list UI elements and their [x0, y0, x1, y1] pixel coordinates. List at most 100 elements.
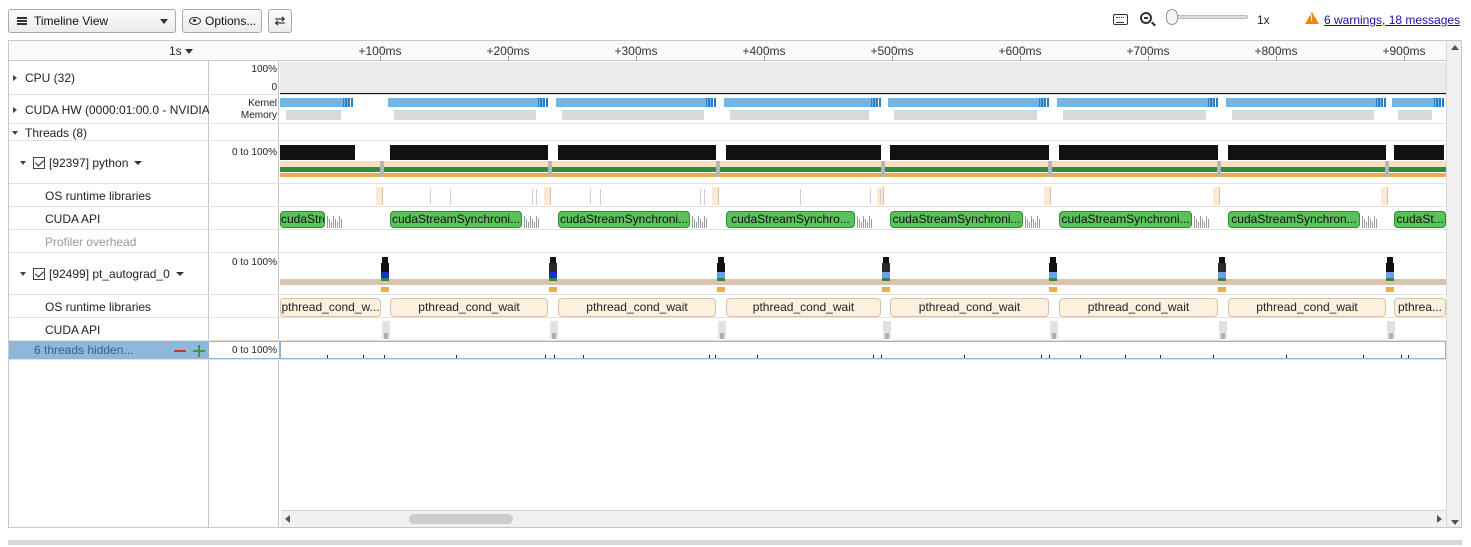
- cuda-api-call[interactable]: cudaStreamSynchroni...: [890, 211, 1023, 228]
- api-tick: [1027, 219, 1028, 228]
- row-label: Profiler overhead: [45, 234, 137, 249]
- cuda-hw-lane[interactable]: [280, 96, 1446, 123]
- kernel-bar: [1392, 98, 1440, 107]
- python-thread-lane[interactable]: [280, 142, 1446, 183]
- cuda-api-call[interactable]: cudaStreamSynchroni...: [558, 211, 690, 228]
- collapse-icon[interactable]: [12, 130, 18, 135]
- thread-checkbox[interactable]: [33, 156, 45, 169]
- os-runtime-call[interactable]: pthread_cond_wait: [890, 298, 1049, 317]
- autograd-cuda-lane[interactable]: [280, 319, 1446, 340]
- scrollbar-thumb[interactable]: [409, 514, 513, 524]
- swap-button[interactable]: ⇄: [268, 9, 292, 33]
- zoom-slider-track[interactable]: [1172, 15, 1248, 19]
- row-label: 6 threads hidden...: [34, 343, 134, 357]
- row-cpu[interactable]: CPU (32) 100% 0: [9, 62, 1446, 95]
- time-scale-select[interactable]: 1s: [169, 44, 193, 58]
- row-threads[interactable]: Threads (8): [9, 125, 1446, 141]
- kernel-bar: [724, 98, 877, 107]
- os-runtime-call[interactable]: pthread_cond_wait: [1228, 298, 1386, 317]
- keyboard-icon[interactable]: [1113, 14, 1128, 25]
- row-thread-python[interactable]: [92397] python 0 to 100%: [9, 142, 1446, 184]
- warnings-link[interactable]: 6 warnings, 18 messages: [1324, 13, 1460, 27]
- os-runtime-call[interactable]: pthread_cond_w...: [280, 298, 381, 317]
- api-tick: [331, 222, 332, 228]
- chevron-down-icon[interactable]: [134, 160, 143, 165]
- row-autograd-cuda-name[interactable]: CUDA API: [9, 319, 209, 340]
- cuda-api-call[interactable]: cudaSt...: [1394, 211, 1446, 228]
- python-profiler-lane[interactable]: [280, 231, 1446, 252]
- show-thread-icon[interactable]: [193, 345, 205, 357]
- row-threads-name[interactable]: Threads (8): [9, 125, 209, 140]
- cpu-lane[interactable]: [280, 62, 1446, 94]
- row-cuda-hw-name[interactable]: CUDA HW (0000:01:00.0 - NVIDIA (: [9, 96, 209, 123]
- row-python-profiler[interactable]: Profiler overhead: [9, 231, 1446, 253]
- row-python-profiler-name[interactable]: Profiler overhead: [9, 231, 209, 252]
- expand-icon[interactable]: [13, 106, 17, 113]
- zoom-slider-thumb[interactable]: [1166, 9, 1178, 25]
- hidden-threads-lane[interactable]: [280, 341, 1446, 359]
- activity-tick: [1363, 355, 1364, 358]
- api-tick: [337, 222, 338, 228]
- memory-bar: [894, 110, 1037, 120]
- collapse-icon[interactable]: [20, 160, 26, 165]
- os-runtime-call[interactable]: pthread_cond_wait: [726, 298, 881, 317]
- row-thread-python-name[interactable]: [92397] python: [9, 142, 209, 183]
- view-select[interactable]: Timeline View: [8, 9, 176, 33]
- collapse-icon[interactable]: [20, 272, 26, 276]
- api-tick: [1039, 219, 1040, 228]
- row-python-os-name[interactable]: OS runtime libraries: [9, 185, 209, 206]
- scroll-up-icon[interactable]: [1451, 45, 1459, 50]
- chevron-down-icon[interactable]: [175, 272, 184, 276]
- kernel-tick: [715, 98, 716, 107]
- thread-state-strip: [1218, 287, 1226, 292]
- thread-state-strip: [717, 287, 725, 292]
- row-thread-autograd-name[interactable]: [92499] pt_autograd_0: [9, 254, 209, 294]
- row-thread-autograd[interactable]: [92499] pt_autograd_0 0 to 100%: [9, 254, 1446, 295]
- api-tick: [861, 222, 862, 228]
- zoom-out-icon[interactable]: [1140, 12, 1152, 24]
- api-tick: [1029, 222, 1030, 228]
- row-cuda-hw[interactable]: CUDA HW (0000:01:00.0 - NVIDIA ( Kernel …: [9, 96, 1446, 124]
- scroll-down-icon[interactable]: [1451, 520, 1459, 525]
- row-cpu-name[interactable]: CPU (32): [9, 62, 209, 94]
- cuda-api-call[interactable]: cudaStreamSynchroni...: [1059, 211, 1192, 228]
- autograd-os-lane[interactable]: pthread_cond_w... pthread_cond_wait pthrea…: [280, 296, 1446, 317]
- activity-tick: [456, 355, 457, 358]
- row-autograd-cuda[interactable]: CUDA API: [9, 319, 1446, 341]
- os-runtime-call[interactable]: pthread_cond_wait: [1059, 298, 1218, 317]
- scale-kernel: Kernel: [248, 98, 277, 109]
- cuda-api-call[interactable]: cudaStreamSynchroni...: [390, 211, 522, 228]
- api-tick: [1025, 216, 1026, 228]
- cuda-api-call[interactable]: cudaStreamSynchro...: [726, 211, 855, 228]
- kernel-bar: [1057, 98, 1214, 107]
- cuda-api-call[interactable]: cudaStrea...: [280, 211, 325, 228]
- thread-checkbox[interactable]: [33, 268, 45, 280]
- scroll-right-icon[interactable]: [1437, 515, 1442, 523]
- os-runtime-call[interactable]: pthread_cond_wait: [558, 298, 716, 317]
- cuda-api-call[interactable]: cudaStreamSynchron...: [1228, 211, 1360, 228]
- row-python-cuda-name[interactable]: CUDA API: [9, 208, 209, 229]
- hide-thread-icon[interactable]: [174, 350, 186, 352]
- bottom-status-bar: [8, 540, 1462, 545]
- os-runtime-call[interactable]: pthrea...: [1394, 298, 1446, 317]
- os-runtime-call[interactable]: pthread_cond_wait: [390, 298, 548, 317]
- python-cuda-lane[interactable]: cudaStrea... cudaStreamSynchroni... cudaSt…: [280, 208, 1446, 229]
- os-call-tick: [1050, 187, 1051, 205]
- row-autograd-os-name[interactable]: OS runtime libraries: [9, 296, 209, 317]
- row-python-os[interactable]: OS runtime libraries: [9, 185, 1446, 207]
- os-call-tick: [883, 187, 884, 205]
- api-tick: [1031, 216, 1032, 228]
- row-python-cuda[interactable]: CUDA API cudaStrea... cudaStreamSynchroni…: [9, 208, 1446, 230]
- horizontal-scrollbar[interactable]: [281, 510, 1446, 527]
- python-os-lane[interactable]: [280, 185, 1446, 206]
- row-autograd-os[interactable]: OS runtime libraries pthread_cond_w... pt…: [9, 296, 1446, 318]
- ruler-tick-mark: [1148, 56, 1149, 61]
- row-hidden-threads[interactable]: 6 threads hidden... 0 to 100%: [9, 341, 1446, 360]
- autograd-thread-lane[interactable]: [280, 254, 1446, 294]
- options-button[interactable]: Options...: [182, 9, 262, 33]
- expand-icon[interactable]: [13, 75, 17, 81]
- vertical-scrollbar[interactable]: [1446, 41, 1461, 527]
- scroll-left-icon[interactable]: [285, 515, 290, 523]
- os-call-tick: [870, 189, 871, 205]
- api-tick: [534, 222, 535, 228]
